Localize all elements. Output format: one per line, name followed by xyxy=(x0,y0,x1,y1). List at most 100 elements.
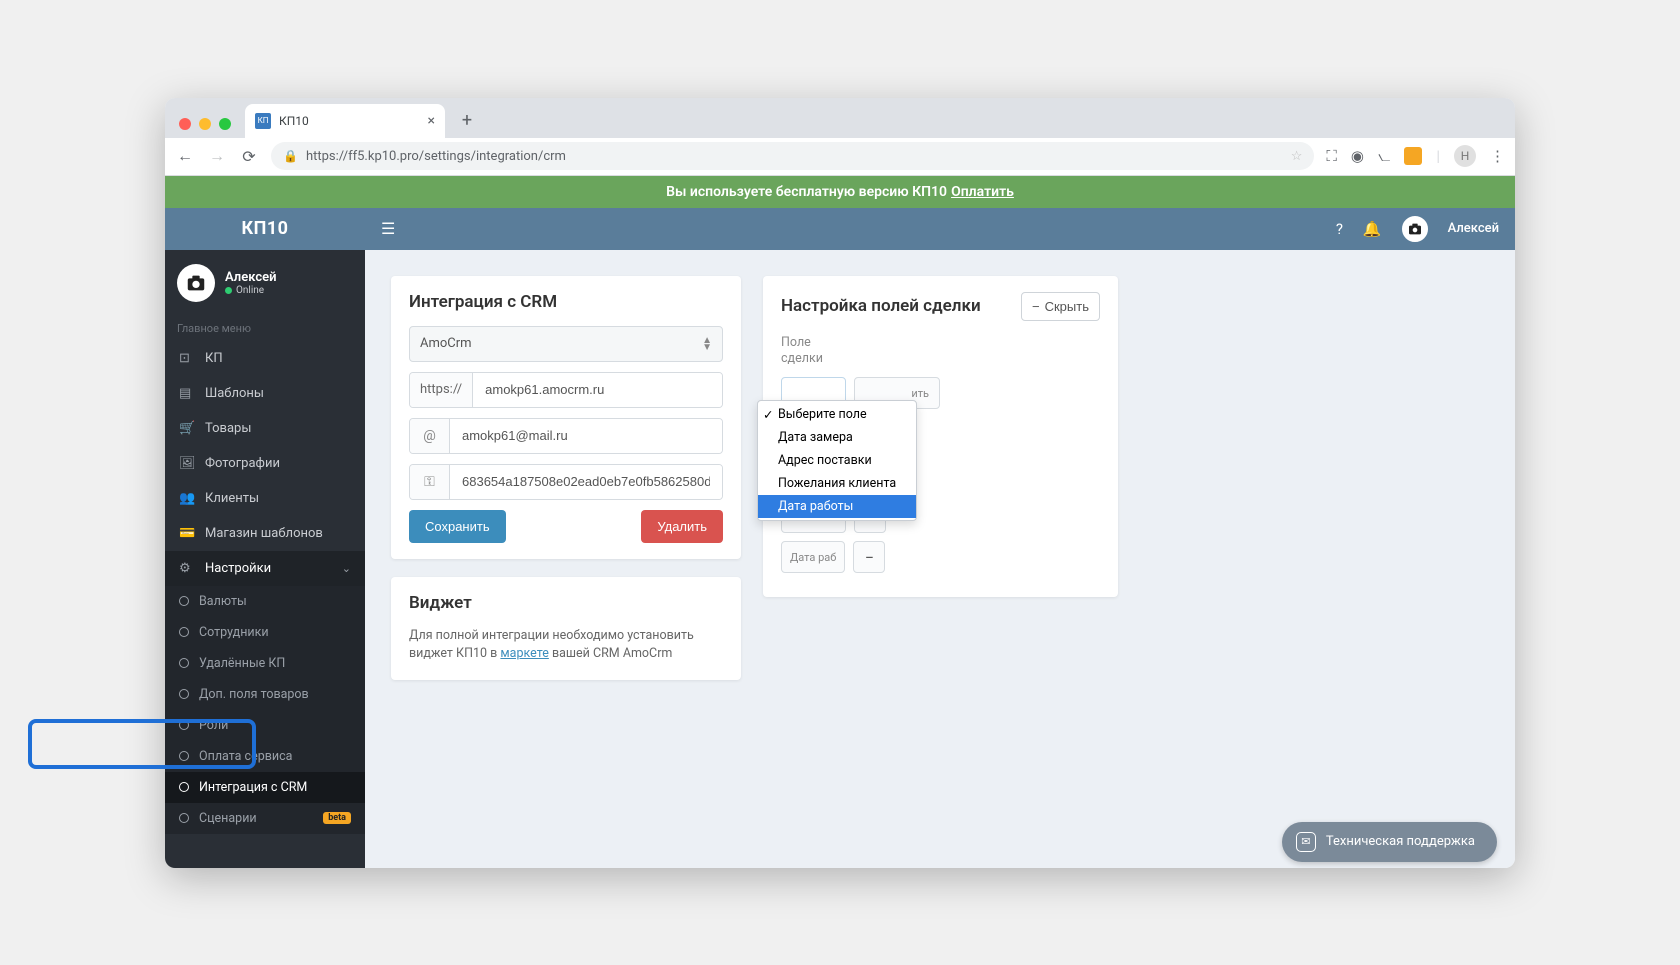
crm-key-input[interactable] xyxy=(450,465,722,499)
money-icon: ⊡ xyxy=(179,351,195,366)
sidebar-sub-currency[interactable]: Валюты xyxy=(165,586,365,617)
crm-key-row: ⚿ xyxy=(409,464,723,500)
reload-button[interactable]: ⟳ xyxy=(239,147,259,166)
sidebar-sub-scenarios[interactable]: Сценарииbeta xyxy=(165,803,365,834)
widget-card-title: Виджет xyxy=(409,593,723,613)
field-chip-date[interactable]: Дата раб xyxy=(781,541,845,573)
beta-badge: beta xyxy=(323,812,351,824)
ext-icon[interactable]: ⦦ xyxy=(1378,147,1390,165)
save-button[interactable]: Сохранить xyxy=(409,510,506,543)
sidebar-submenu: Валюты Сотрудники Удалённые КП Доп. поля… xyxy=(165,586,365,834)
key-icon: ⚿ xyxy=(410,465,450,499)
sidebar-item-shop[interactable]: 💳Магазин шаблонов xyxy=(165,516,365,551)
close-window-button[interactable] xyxy=(179,118,191,130)
dropdown-option[interactable]: Адрес поставки xyxy=(758,449,916,472)
field-dropdown[interactable]: ✓Выберите поле Дата замера Адрес поставк… xyxy=(757,400,917,521)
card-icon: 💳 xyxy=(179,526,195,541)
sidebar-item-templates[interactable]: ▤Шаблоны xyxy=(165,376,365,411)
sidebar-user-block[interactable]: Алексей Online xyxy=(165,250,365,316)
sidebar: КП10 Алексей Online Главное меню ⊡КП ▤Ша… xyxy=(165,208,365,868)
menu-section-label: Главное меню xyxy=(165,316,365,341)
sidebar-sub-roles[interactable]: Роли xyxy=(165,710,365,741)
extension-icons: ⛶ ◉ ⦦ | Н ⋮ xyxy=(1326,145,1505,167)
forward-button[interactable]: → xyxy=(207,146,227,166)
crm-integration-card: Интеграция с CRM AmoCrm ▲▼ https:// xyxy=(391,276,741,559)
delete-button[interactable]: Удалить xyxy=(641,510,723,543)
maximize-window-button[interactable] xyxy=(219,118,231,130)
widget-card: Виджет Для полной интеграции необходимо … xyxy=(391,577,741,681)
minimize-window-button[interactable] xyxy=(199,118,211,130)
chevron-down-icon: ⌄ xyxy=(342,562,351,575)
sidebar-sub-deleted[interactable]: Удалённые КП xyxy=(165,648,365,679)
sidebar-item-kp[interactable]: ⊡КП xyxy=(165,341,365,376)
deal-fields-card: Настройка полей сделки −Скрыть Полесделк… xyxy=(763,276,1118,598)
ext-icon[interactable]: ⛶ xyxy=(1326,147,1337,165)
sidebar-item-photos[interactable]: 🖼Фотографии xyxy=(165,446,365,481)
new-tab-button[interactable]: + xyxy=(453,107,481,135)
widget-text: Для полной интеграции необходимо установ… xyxy=(409,627,723,665)
url-text: https://ff5.kp10.pro/settings/integratio… xyxy=(306,149,566,164)
support-widget[interactable]: ✉ Техническая поддержка xyxy=(1282,822,1497,862)
check-icon: ✓ xyxy=(763,407,773,423)
sidebar-item-goods[interactable]: 🛒Товары xyxy=(165,411,365,446)
sidebar-sub-payment[interactable]: Оплата сервиса xyxy=(165,741,365,772)
sidebar-sub-crm[interactable]: Интеграция с CRM xyxy=(165,772,365,803)
window-controls xyxy=(173,118,237,138)
dropdown-option[interactable]: Пожелания клиента xyxy=(758,472,916,495)
sidebar-item-settings[interactable]: ⚙Настройки⌄ xyxy=(165,551,365,586)
crm-email-input[interactable] xyxy=(450,419,722,453)
proto-prefix: https:// xyxy=(410,373,473,407)
dropdown-option[interactable]: Дата замера xyxy=(758,426,916,449)
select-updown-icon: ▲▼ xyxy=(702,337,712,351)
content-grid: Интеграция с CRM AmoCrm ▲▼ https:// xyxy=(365,250,1515,707)
at-icon: @ xyxy=(410,419,450,453)
help-icon[interactable]: ? xyxy=(1336,220,1343,238)
browser-tab-bar: КП КП10 × + xyxy=(165,98,1515,138)
remove-field-button[interactable]: − xyxy=(853,541,885,573)
ext-orange-icon[interactable] xyxy=(1404,147,1422,165)
user-name: Алексей xyxy=(225,270,277,285)
topbar-username[interactable]: Алексей xyxy=(1448,221,1499,236)
promo-banner: Вы используете бесплатную версию КП10 Оп… xyxy=(165,176,1515,208)
sidebar-item-clients[interactable]: 👥Клиенты xyxy=(165,481,365,516)
brand-logo[interactable]: КП10 xyxy=(165,208,365,250)
crm-email-row: @ xyxy=(409,418,723,454)
close-tab-icon[interactable]: × xyxy=(428,113,435,129)
ext-camera-icon[interactable]: ◉ xyxy=(1351,147,1364,165)
hide-button[interactable]: −Скрыть xyxy=(1021,292,1100,321)
lock-icon: 🔒 xyxy=(283,149,298,163)
url-input[interactable]: 🔒 https://ff5.kp10.pro/settings/integrat… xyxy=(271,142,1314,170)
dropdown-option-placeholder[interactable]: ✓Выберите поле xyxy=(758,403,916,426)
sidebar-sub-staff[interactable]: Сотрудники xyxy=(165,617,365,648)
dropdown-option-highlighted[interactable]: Дата работы xyxy=(758,495,916,518)
browser-menu-icon[interactable]: ⋮ xyxy=(1490,147,1505,165)
minus-icon: − xyxy=(1032,299,1040,314)
bookmark-star-icon[interactable]: ☆ xyxy=(1291,149,1303,164)
image-icon: 🖼 xyxy=(179,456,195,471)
crm-domain-input[interactable] xyxy=(473,373,722,407)
crm-select[interactable]: AmoCrm ▲▼ xyxy=(409,326,723,362)
cart-icon: 🛒 xyxy=(179,421,195,436)
envelope-icon: ✉ xyxy=(1296,832,1316,852)
users-icon: 👥 xyxy=(179,491,195,506)
tab-favicon: КП xyxy=(255,113,271,129)
profile-avatar[interactable]: Н xyxy=(1454,145,1476,167)
bell-icon[interactable]: 🔔 xyxy=(1363,220,1382,238)
user-avatar xyxy=(177,264,215,302)
browser-window: КП КП10 × + ← → ⟳ 🔒 https://ff5.kp10.pro… xyxy=(165,98,1515,868)
market-link[interactable]: маркете xyxy=(500,646,548,661)
topbar-avatar[interactable] xyxy=(1402,216,1428,242)
menu-toggle-icon[interactable]: ☰ xyxy=(381,219,395,238)
back-button[interactable]: ← xyxy=(175,146,195,166)
promo-pay-link[interactable]: Оплатить xyxy=(951,184,1014,200)
tab-title: КП10 xyxy=(279,114,309,128)
sidebar-sub-extra-fields[interactable]: Доп. поля товаров xyxy=(165,679,365,710)
browser-tab[interactable]: КП КП10 × xyxy=(245,104,445,138)
promo-text: Вы используете бесплатную версию КП10 xyxy=(666,184,947,200)
crm-domain-row: https:// xyxy=(409,372,723,408)
support-label: Техническая поддержка xyxy=(1326,834,1475,849)
app-topbar: ☰ ? 🔔 Алексей xyxy=(365,208,1515,250)
camera-icon xyxy=(1407,221,1423,237)
gear-icon: ⚙ xyxy=(179,561,195,576)
crm-select-value: AmoCrm xyxy=(420,336,472,351)
